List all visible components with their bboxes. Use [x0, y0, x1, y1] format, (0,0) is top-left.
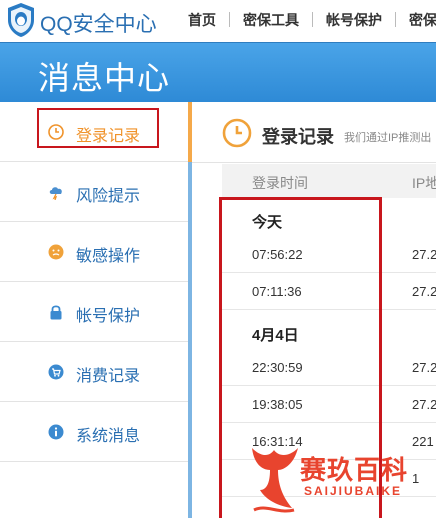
highlight-box-sidebar — [37, 108, 159, 148]
nav-divider — [312, 12, 313, 27]
sidebar-item-risk-alerts[interactable]: 风险提示 — [0, 162, 190, 222]
brand-title[interactable]: QQ安全中心 — [40, 8, 157, 38]
sidebar-item-label: 帐号保护 — [76, 308, 141, 325]
sidebar-item-sensitive-ops[interactable]: 敏感操作 — [0, 222, 190, 282]
login-ip: 27.2 — [412, 397, 436, 412]
nav-divider — [395, 12, 396, 27]
sidebar-item-label: 消费记录 — [76, 368, 141, 385]
sidebar-item-label: 风险提示 — [76, 188, 141, 205]
whale-tail-logo-icon — [252, 448, 298, 513]
nav-account-protection[interactable]: 帐号保护 — [326, 10, 382, 30]
login-ip: 27.2 — [412, 284, 436, 299]
table-header: 登录时间 IP地 — [222, 164, 436, 198]
section-description: 我们通过IP推测出 — [344, 132, 432, 144]
lock-icon — [50, 305, 62, 320]
watermark-text: 赛玖百科 — [300, 455, 409, 485]
top-nav: 首页 密保工具 帐号保护 密保 — [188, 10, 436, 30]
nav-home[interactable]: 首页 — [188, 10, 216, 30]
storm-cloud-icon — [49, 187, 62, 200]
column-header-login-time: 登录时间 — [252, 175, 308, 191]
page-banner: 消息中心 — [0, 42, 436, 102]
sidebar-item-system-messages[interactable]: 系统消息 — [0, 402, 190, 462]
cart-icon — [48, 364, 64, 380]
watermark: 赛玖百科 SAIJIUBAIKE — [248, 444, 436, 518]
nav-security-tools[interactable]: 密保工具 — [243, 10, 299, 30]
watermark-subtext: SAIJIUBAIKE — [304, 484, 403, 498]
nav-security-more[interactable]: 密保 — [409, 10, 436, 30]
clock-icon — [222, 118, 252, 148]
login-ip: 27.2 — [412, 247, 436, 262]
top-bar: QQ安全中心 首页 密保工具 帐号保护 密保 — [0, 0, 436, 42]
page-title: 消息中心 — [38, 60, 171, 96]
sidebar-item-account-protection[interactable]: 帐号保护 — [0, 282, 190, 342]
nav-divider — [229, 12, 230, 27]
sidebar-item-purchase-records[interactable]: 消费记录 — [0, 342, 190, 402]
section-divider — [192, 162, 436, 163]
section-title: 登录记录 — [262, 127, 334, 147]
login-ip: 27.2 — [412, 360, 436, 375]
column-header-ip: IP地 — [412, 175, 436, 191]
shield-logo-icon[interactable] — [6, 2, 36, 38]
sidebar-item-label: 敏感操作 — [76, 248, 141, 265]
sidebar-item-label: 系统消息 — [76, 428, 141, 445]
info-icon — [48, 424, 64, 440]
sidebar: 登录记录 风险提示 敏感操作 帐号保护 消费记录 系统消息 — [0, 102, 190, 518]
face-icon — [48, 244, 64, 260]
